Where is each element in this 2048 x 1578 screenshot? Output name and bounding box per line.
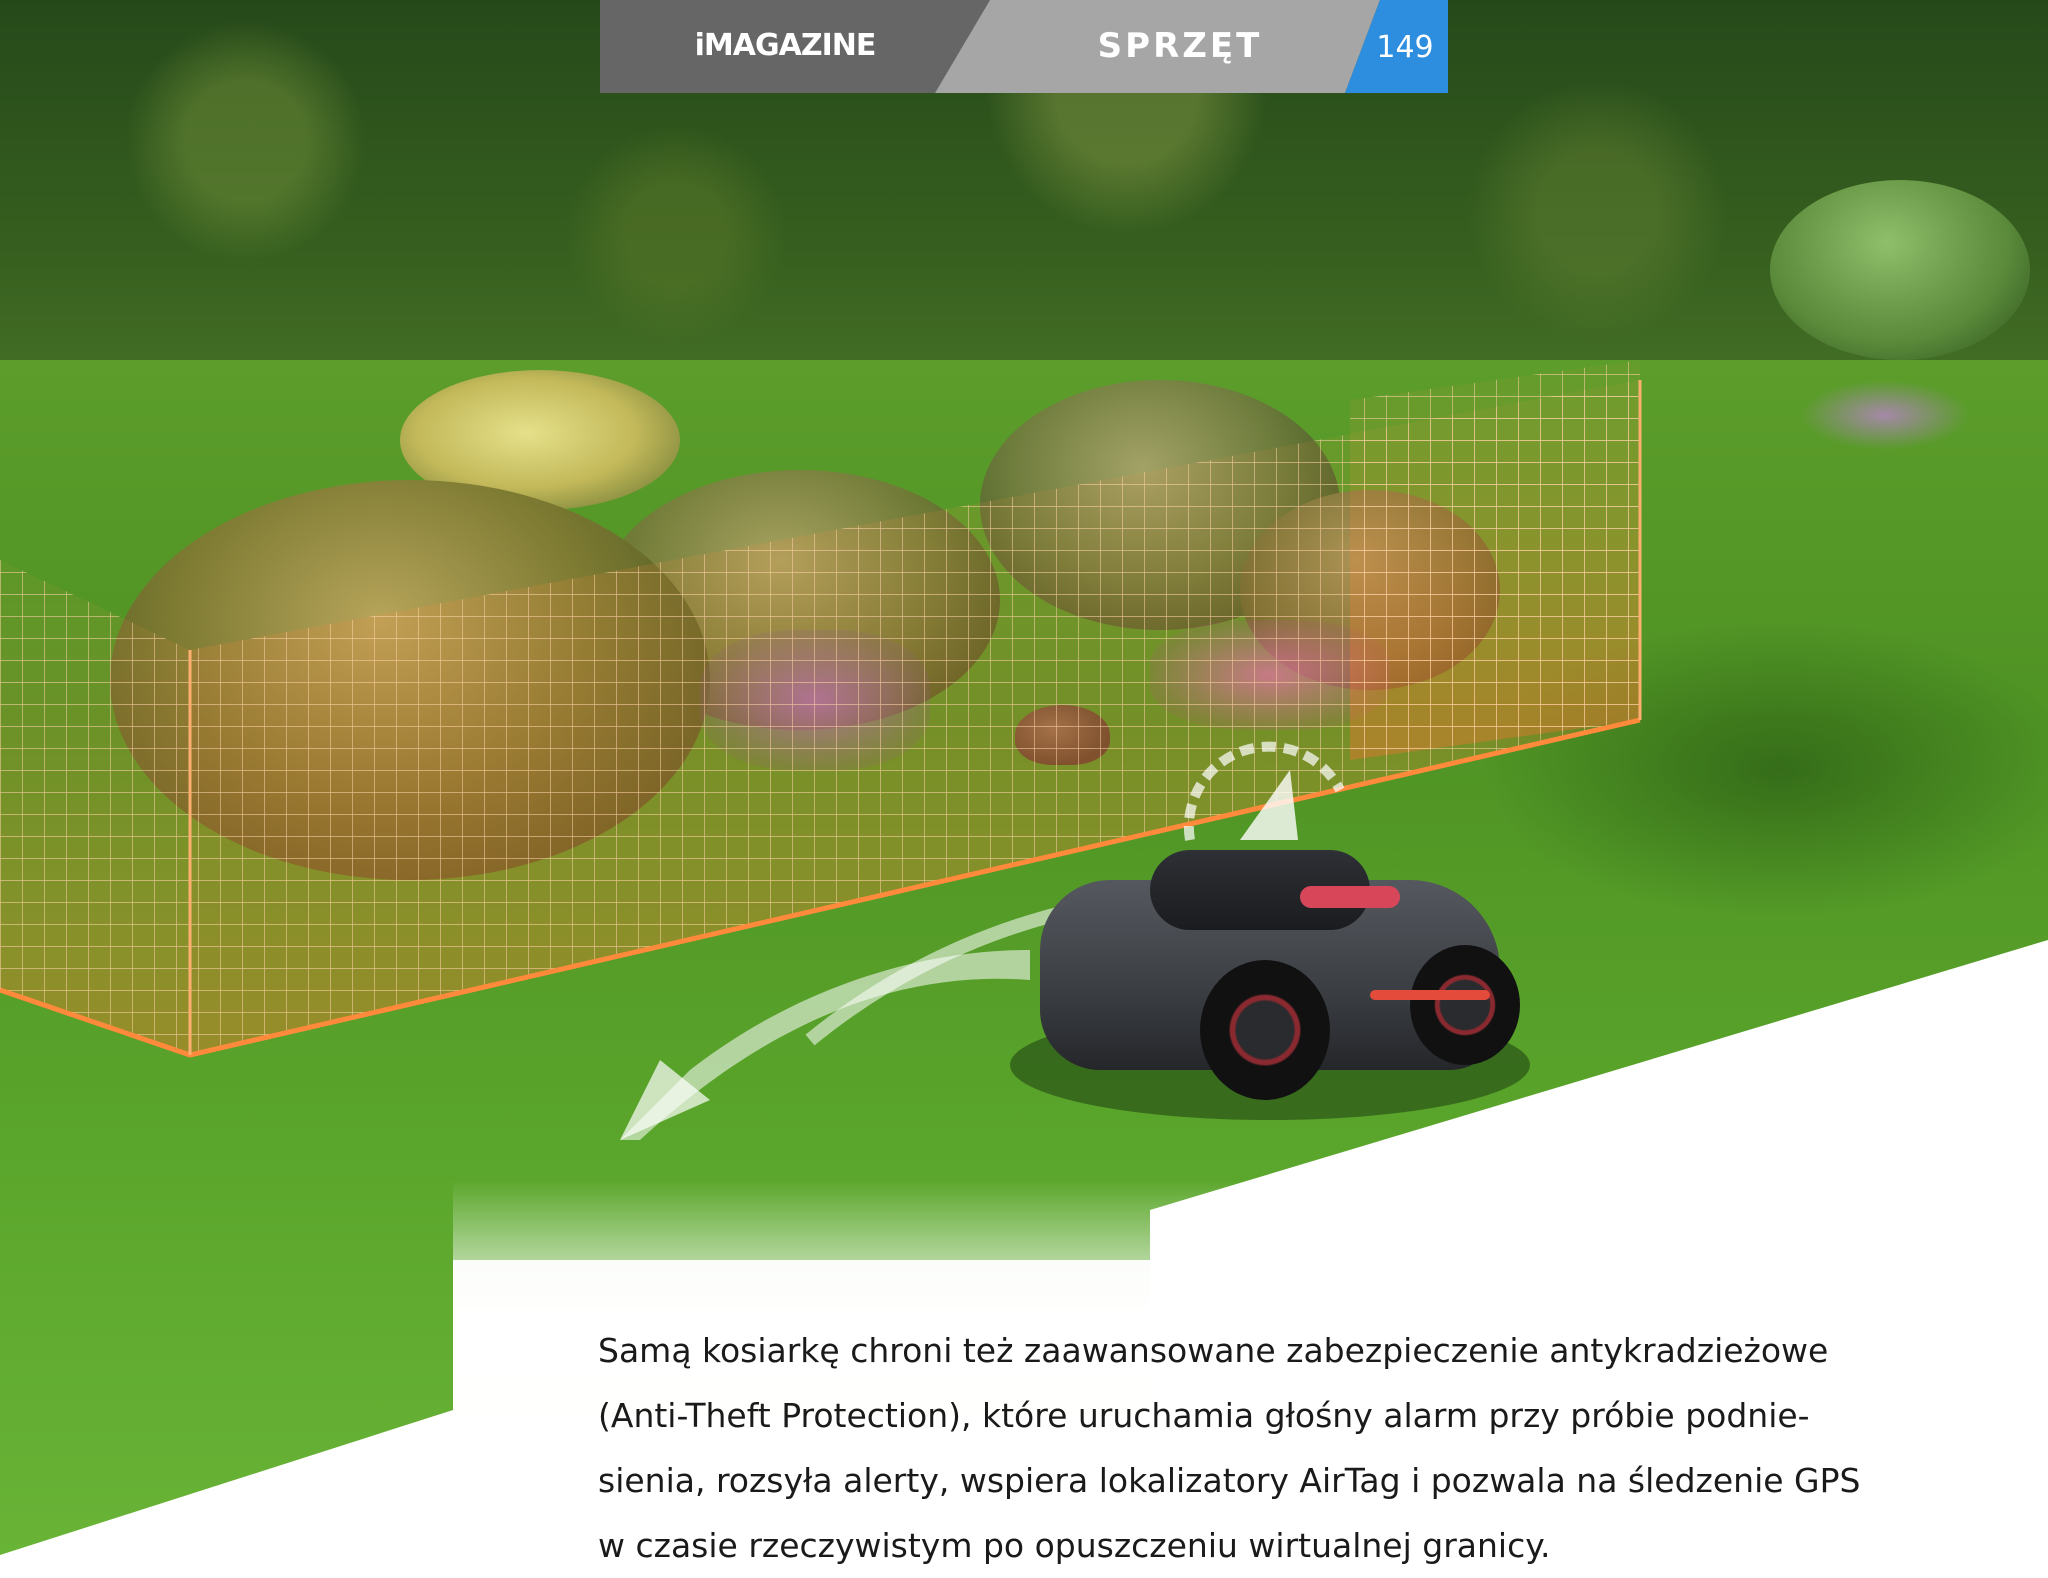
magazine-logo: iMAGAZINE xyxy=(694,28,877,63)
paragraph-line: Samą kosiarkę chroni też zaawansowane za… xyxy=(598,1331,1829,1370)
radar-signal-icon xyxy=(1183,741,1345,841)
paragraph-line: (Anti-Theft Protection), które uruchamia… xyxy=(598,1396,1810,1435)
paragraph-line: w czasie rzeczywistym po opuszczeniu wir… xyxy=(598,1526,1551,1565)
mower-stop-button xyxy=(1300,886,1400,908)
magazine-header: iMAGAZINE SPRZĘT 149 xyxy=(600,0,1448,93)
article-paragraph: Samą kosiarkę chroni też zaawansowane za… xyxy=(598,1318,1938,1578)
section-title: SPRZĘT xyxy=(1097,26,1263,66)
paragraph-line: sienia, rozsyła alerty, wspiera lokaliza… xyxy=(598,1461,1861,1500)
page-number: 149 xyxy=(1376,30,1434,65)
